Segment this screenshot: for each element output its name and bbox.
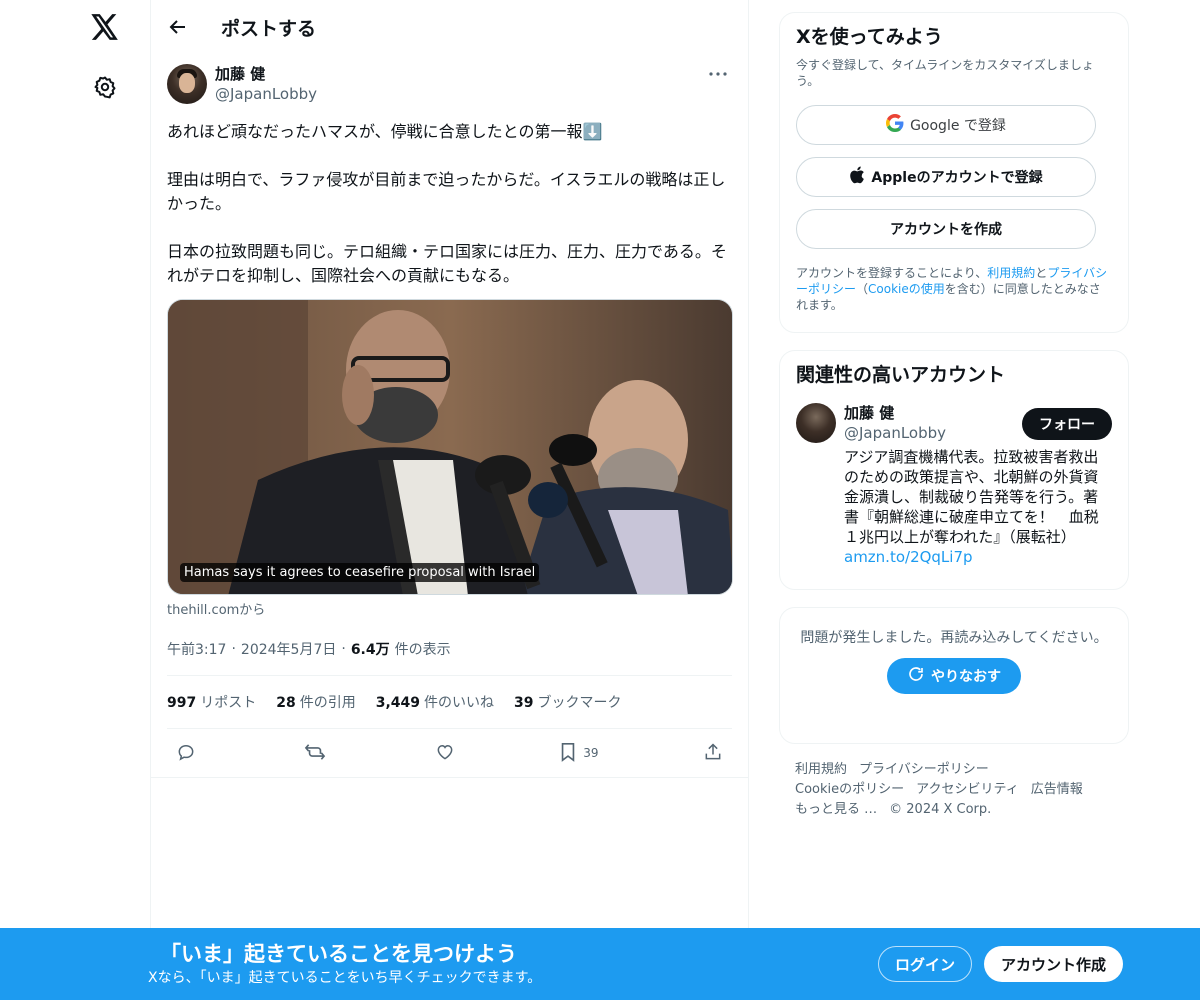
heart-icon bbox=[435, 742, 455, 765]
google-signup-label: Google で登録 bbox=[910, 118, 1006, 134]
related-title: 関連性の高いアカウント bbox=[796, 364, 1006, 386]
divider bbox=[151, 777, 748, 778]
avatar[interactable] bbox=[796, 403, 836, 443]
meta-separator: · bbox=[341, 641, 346, 657]
bookmarks-label: ブックマーク bbox=[537, 695, 622, 711]
back-arrow-icon[interactable] bbox=[165, 14, 191, 40]
quotes-count: 28 bbox=[276, 695, 296, 711]
reposts-stat[interactable]: 997 リポスト bbox=[167, 692, 256, 712]
footer-copyright: © 2024 X Corp. bbox=[889, 802, 992, 817]
banner-subtitle: Xなら、「いま」起きていることをいち早くチェックできます。 bbox=[148, 970, 542, 986]
login-button[interactable]: ログイン bbox=[878, 946, 972, 982]
reply-button[interactable] bbox=[171, 738, 201, 768]
post: 加藤 健 @JapanLobby あれほど頑なだったハマスが、停戦に合意したとの… bbox=[151, 54, 748, 778]
footer-terms[interactable]: 利用規約 bbox=[795, 762, 847, 777]
google-signup-button[interactable]: Google で登録 bbox=[796, 105, 1096, 145]
footer-cookie[interactable]: Cookieのポリシー bbox=[795, 782, 904, 797]
post-stats: 997 リポスト 28 件の引用 3,449 件のいいね 39 ブックマーク bbox=[167, 676, 732, 728]
page-title: ポストする bbox=[221, 17, 317, 40]
bookmark-icon bbox=[559, 742, 577, 765]
create-account-label: アカウントを作成 bbox=[890, 222, 1002, 238]
share-icon bbox=[703, 742, 723, 765]
related-accounts-card: 関連性の高いアカウント 加藤 健 @JapanLobby アジア調査機構代表。拉… bbox=[779, 350, 1129, 590]
likes-stat[interactable]: 3,449 件のいいね bbox=[376, 692, 494, 712]
legal-text-3: （ bbox=[856, 282, 869, 296]
error-message: 問題が発生しました。再読み込みしてください。 bbox=[800, 630, 1108, 646]
main-column: ポストする 加藤 健 @JapanLobby あれほど頑なだったハマスが、停戦に… bbox=[150, 0, 749, 1000]
legal-text-1: アカウントを登録することにより、 bbox=[796, 266, 988, 280]
meta-separator: · bbox=[231, 641, 236, 657]
bookmarks-stat[interactable]: 39 ブックマーク bbox=[514, 692, 621, 712]
footer: 利用規約 プライバシーポリシー Cookieのポリシー アクセシビリティ 広告情報 も… bbox=[795, 760, 1115, 820]
reposts-label: リポスト bbox=[200, 695, 257, 711]
bio-link[interactable]: amzn.to/2QqLi7p bbox=[844, 548, 973, 566]
related-bio: アジア調査機構代表。拉致被害者救出のための政策提言や、北朝鮮の外貨資金源潰し、制… bbox=[844, 447, 1102, 567]
repost-button[interactable] bbox=[300, 738, 330, 768]
bookmarks-count: 39 bbox=[514, 695, 534, 711]
apple-signup-button[interactable]: Appleのアカウントで登録 bbox=[796, 157, 1096, 197]
terms-link[interactable]: 利用規約 bbox=[987, 266, 1035, 280]
refresh-icon bbox=[907, 665, 925, 687]
quotes-label: 件の引用 bbox=[299, 695, 356, 711]
x-logo-icon[interactable] bbox=[88, 10, 122, 44]
retry-label: やりなおす bbox=[931, 669, 1001, 685]
link-source[interactable]: thehill.comから bbox=[167, 599, 732, 618]
error-card: 問題が発生しました。再読み込みしてください。 やりなおす bbox=[779, 607, 1129, 744]
post-author: 加藤 健 @JapanLobby bbox=[167, 64, 732, 110]
signup-title: Xを使ってみよう bbox=[796, 26, 943, 48]
post-text: あれほど頑なだったハマスが、停戦に合意したとの第一報⬇️ 理由は明白で、ラファ侵… bbox=[167, 122, 727, 285]
post-media[interactable]: Hamas says it agrees to ceasefire propos… bbox=[167, 299, 733, 595]
likes-label: 件のいいね bbox=[424, 695, 495, 711]
related-bio-text: アジア調査機構代表。拉致被害者救出のための政策提言や、北朝鮮の外貨資金源潰し、制… bbox=[844, 448, 1099, 546]
retry-button[interactable]: やりなおす bbox=[887, 658, 1021, 694]
author-name[interactable]: 加藤 健 bbox=[215, 64, 317, 84]
create-account-button[interactable]: アカウントを作成 bbox=[796, 209, 1096, 249]
views-label: 件の表示 bbox=[394, 642, 451, 658]
like-button[interactable] bbox=[430, 738, 460, 768]
related-account[interactable]: 加藤 健 @JapanLobby アジア調査機構代表。拉致被害者救出のための政策… bbox=[796, 403, 1112, 567]
media-caption: Hamas says it agrees to ceasefire propos… bbox=[180, 563, 540, 582]
post-time[interactable]: 午前3:17 bbox=[167, 639, 226, 659]
signup-card: Xを使ってみよう 今すぐ登録して、タイムラインをカスタマイズしましょう。 Goo… bbox=[779, 12, 1129, 333]
share-button[interactable] bbox=[698, 738, 728, 768]
legal-text: アカウントを登録することにより、利用規約とプライバシーポリシー（Cookieの使… bbox=[796, 265, 1112, 313]
legal-text-2: と bbox=[1035, 266, 1048, 280]
views-count: 6.4万 bbox=[350, 642, 390, 658]
reply-icon bbox=[176, 742, 196, 765]
signup-banner: 「いま」起きていることを見つけよう Xなら、「いま」起きていることをいち早くチェ… bbox=[0, 928, 1200, 1000]
gear-icon[interactable] bbox=[90, 72, 120, 102]
footer-more[interactable]: もっと見る … bbox=[795, 802, 877, 817]
footer-accessibility[interactable]: アクセシビリティ bbox=[916, 782, 1019, 797]
post-actions: 39 bbox=[167, 729, 732, 777]
repost-icon bbox=[304, 742, 326, 765]
reposts-count: 997 bbox=[167, 695, 197, 711]
follow-button[interactable]: フォロー bbox=[1022, 408, 1112, 440]
signup-subtitle: 今すぐ登録して、タイムラインをカスタマイズしましょう。 bbox=[796, 58, 1094, 88]
left-nav bbox=[0, 0, 150, 1000]
footer-privacy[interactable]: プライバシーポリシー bbox=[859, 762, 989, 777]
top-bar: ポストする bbox=[151, 0, 748, 54]
bookmark-button[interactable]: 39 bbox=[559, 738, 599, 768]
cookie-link[interactable]: Cookieの使用 bbox=[868, 282, 945, 296]
quotes-stat[interactable]: 28 件の引用 bbox=[276, 692, 355, 712]
banner-title: 「いま」起きていることを見つけよう bbox=[160, 942, 517, 966]
author-handle[interactable]: @JapanLobby bbox=[215, 84, 317, 104]
media-image bbox=[168, 300, 732, 594]
avatar[interactable] bbox=[167, 64, 207, 104]
google-icon bbox=[886, 114, 904, 136]
signup-button[interactable]: アカウント作成 bbox=[984, 946, 1123, 982]
post-meta: 午前3:17 · 2024年5月7日 · 6.4万 件の表示 bbox=[167, 636, 732, 662]
post-date[interactable]: 2024年5月7日 bbox=[241, 639, 336, 659]
apple-signup-label: Appleのアカウントで登録 bbox=[871, 170, 1043, 186]
footer-ads[interactable]: 広告情報 bbox=[1031, 782, 1083, 797]
more-options-icon[interactable] bbox=[706, 64, 730, 84]
likes-count: 3,449 bbox=[375, 695, 421, 711]
bookmark-count: 39 bbox=[583, 746, 599, 760]
apple-icon bbox=[849, 166, 865, 188]
